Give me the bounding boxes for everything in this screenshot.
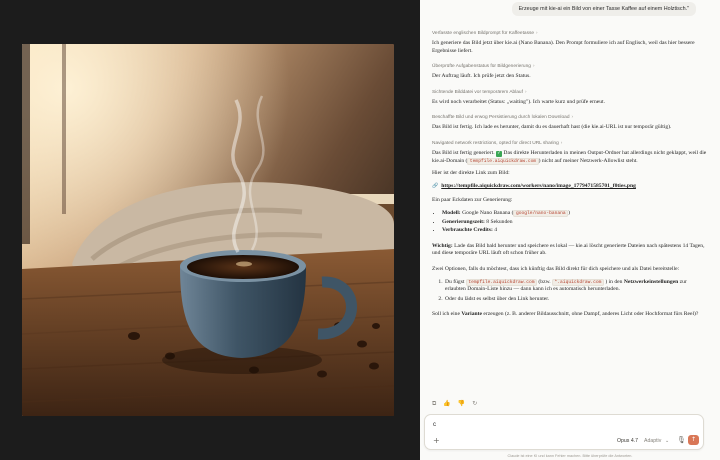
assistant-transcript: Verfasste englischen Bildprompt für Kaff… bbox=[432, 30, 708, 327]
assistant-paragraph: Es wird noch verarbeitet (Status: „waiti… bbox=[432, 98, 605, 105]
assistant-paragraph: Zwei Optionen, falls du möchtest, dass i… bbox=[432, 265, 680, 272]
thumbs-down-icon[interactable]: 👎 bbox=[458, 400, 465, 408]
thinking-step-label: Verfasste englischen Bildprompt für Kaff… bbox=[432, 31, 535, 36]
model-selector[interactable]: Opus 4.7 bbox=[617, 438, 638, 444]
image-url-link[interactable]: https://tempfile.aiquickdraw.com/workers… bbox=[441, 183, 636, 191]
list-item: Oder du lädst es selbst über den Link he… bbox=[444, 296, 708, 304]
inline-code-domain: tempfile.aiquickdraw.com bbox=[467, 157, 539, 165]
chevron-right-icon: › bbox=[536, 30, 538, 35]
thinking-step-label: Navigated network restrictions, opted fo… bbox=[432, 140, 559, 146]
user-message-bubble: Erzeuge mit kie-ai ein Bild von einer Ta… bbox=[511, 2, 696, 16]
thinking-step-label: Beschaffte Bild und erwog Persistierung … bbox=[432, 115, 570, 121]
retry-icon[interactable]: ↻ bbox=[472, 400, 477, 408]
image-viewer bbox=[0, 0, 420, 460]
assistant-paragraph: Hier ist der direkte Link zum Bild: bbox=[432, 170, 510, 177]
image-link-row: 🔗 https://tempfile.aiquickdraw.com/worke… bbox=[432, 183, 708, 191]
assistant-paragraph: Soll ich eine Variante erzeugen (z. B. a… bbox=[432, 311, 699, 318]
chevron-right-icon: › bbox=[532, 63, 535, 69]
link-icon: 🔗 bbox=[432, 182, 439, 189]
coffee-photo-illustration bbox=[22, 44, 394, 416]
options-list: Du fügst tempfile.aiquickdraw.com (bzw. … bbox=[444, 278, 708, 304]
generated-coffee-image[interactable] bbox=[22, 44, 394, 416]
chevron-right-icon: › bbox=[560, 139, 563, 145]
thinking-step-5[interactable]: Navigated network restrictions, opted fo… bbox=[432, 140, 708, 147]
thinking-step-label: Überprüfte Aufgabenstatus für Bildgeneri… bbox=[432, 64, 531, 70]
assistant-paragraph: Wichtig: Lade das Bild bald herunter und… bbox=[432, 242, 705, 257]
assistant-paragraph: Das Bild ist fertig. Ich lade es herunte… bbox=[432, 124, 672, 131]
chat-pane: Erzeuge mit kie-ai ein Bild von einer Ta… bbox=[420, 0, 720, 460]
thinking-step-4[interactable]: Beschaffte Bild und erwog Persistierung … bbox=[432, 114, 708, 121]
chevron-right-icon: › bbox=[524, 88, 527, 94]
chevron-down-icon[interactable]: ⌄ bbox=[665, 438, 669, 444]
chevron-right-icon: › bbox=[571, 114, 574, 120]
assistant-paragraph: Ein paar Eckdaten zur Generierung: bbox=[432, 197, 513, 204]
copy-icon[interactable]: ⧉ bbox=[432, 400, 436, 408]
message-composer[interactable]: c + Opus 4.7 Adaptiv ⌄ 🎙 ↑ bbox=[424, 414, 704, 450]
thinking-step-2[interactable]: Überprüfte Aufgabenstatus für Bildgeneri… bbox=[432, 63, 708, 70]
disclaimer-text: Claude ist eine KI und kann Fehler mache… bbox=[507, 454, 633, 458]
thinking-step-1[interactable]: Verfasste englischen Bildprompt für Kaff… bbox=[432, 30, 708, 37]
mic-icon[interactable]: 🎙 bbox=[677, 436, 686, 444]
inline-code-model: google/nano-banana bbox=[513, 209, 569, 217]
list-item: Modell: Google Nano Banana (google/nano-… bbox=[442, 209, 708, 218]
assistant-paragraph: Das Bild ist fertig generiert. ✓ Das dir… bbox=[432, 149, 707, 165]
list-item: Verbrauchte Credits: 4 bbox=[442, 227, 708, 235]
message-actions: ⧉ 👍 👎 ↻ bbox=[432, 400, 477, 408]
list-item: Du fügst tempfile.aiquickdraw.com (bzw. … bbox=[444, 278, 708, 294]
composer-input[interactable]: c bbox=[433, 422, 436, 428]
assistant-paragraph: Ich generiere das Bild jetzt über kie.ai… bbox=[432, 40, 695, 54]
send-arrow-icon[interactable]: ↑ bbox=[688, 435, 699, 445]
thumbs-up-icon[interactable]: 👍 bbox=[443, 400, 450, 408]
generation-facts-list: Modell: Google Nano Banana (google/nano-… bbox=[442, 209, 708, 235]
thinking-step-3[interactable]: Sichtende Bilddatei vor temporärem Ablau… bbox=[432, 89, 708, 96]
thinking-step-label: Sichtende Bilddatei vor temporärem Ablau… bbox=[432, 89, 523, 95]
list-item: Generierungszeit: 8 Sekunden bbox=[442, 219, 708, 227]
mode-selector[interactable]: Adaptiv bbox=[644, 438, 661, 444]
assistant-paragraph: Der Auftrag läuft. Ich prüfe jetzt den S… bbox=[432, 73, 531, 80]
check-icon: ✓ bbox=[496, 151, 503, 158]
plus-icon[interactable]: + bbox=[433, 437, 440, 445]
